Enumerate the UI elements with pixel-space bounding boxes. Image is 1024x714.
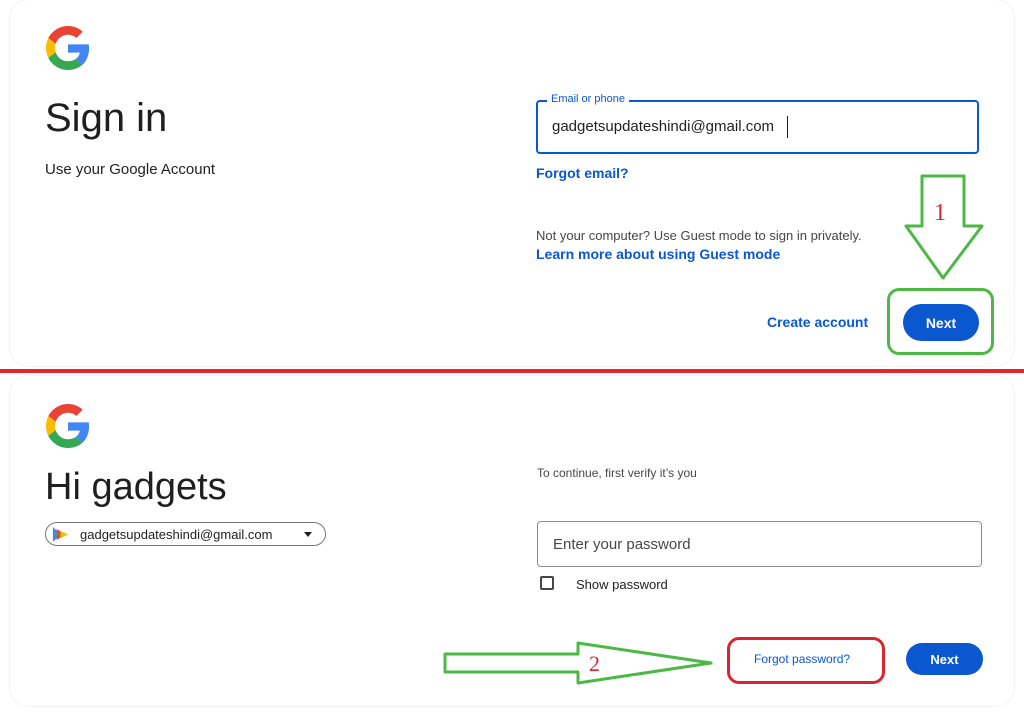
- google-logo-icon: [46, 26, 90, 70]
- show-password-checkbox[interactable]: [540, 576, 554, 590]
- arrow-down-icon: [904, 174, 984, 280]
- email-field-value[interactable]: gadgetsupdateshindi@gmail.com: [552, 118, 774, 135]
- email-field[interactable]: Email or phone gadgetsupdateshindi@gmail…: [536, 93, 979, 154]
- password-placeholder: Enter your password: [553, 536, 691, 553]
- verify-text: To continue, first verify it’s you: [537, 466, 697, 480]
- next-button-password[interactable]: Next: [906, 643, 983, 675]
- text-caret: [787, 116, 788, 138]
- next-highlight-box: [887, 288, 994, 355]
- step-number-2: 2: [589, 651, 600, 676]
- red-divider-line: [0, 369, 1024, 373]
- sign-in-panel: [10, 0, 1014, 366]
- guest-mode-notice: Not your computer? Use Guest mode to sig…: [536, 228, 862, 243]
- create-account-button[interactable]: Create account: [767, 314, 868, 330]
- account-email: gadgetsupdateshindi@gmail.com: [80, 527, 273, 542]
- page-subtitle: Use your Google Account: [45, 161, 216, 178]
- google-logo-icon: [46, 404, 90, 448]
- step-number-1: 1: [934, 200, 946, 226]
- greeting-title: Hi gadgets: [45, 466, 227, 508]
- account-avatar-icon: [52, 526, 69, 543]
- page-title: Sign in: [45, 96, 168, 140]
- forgot-email-link[interactable]: Forgot email?: [536, 165, 629, 181]
- forgot-password-highlight-box: [727, 637, 885, 684]
- chevron-down-icon: [304, 532, 312, 537]
- guest-mode-link[interactable]: Learn more about using Guest mode: [536, 246, 780, 262]
- arrow-right-icon: [443, 641, 713, 685]
- password-input[interactable]: Enter your password: [537, 521, 982, 567]
- email-field-label: Email or phone: [547, 93, 629, 105]
- account-chip[interactable]: gadgetsupdateshindi@gmail.com: [45, 522, 326, 546]
- show-password-label[interactable]: Show password: [576, 577, 668, 592]
